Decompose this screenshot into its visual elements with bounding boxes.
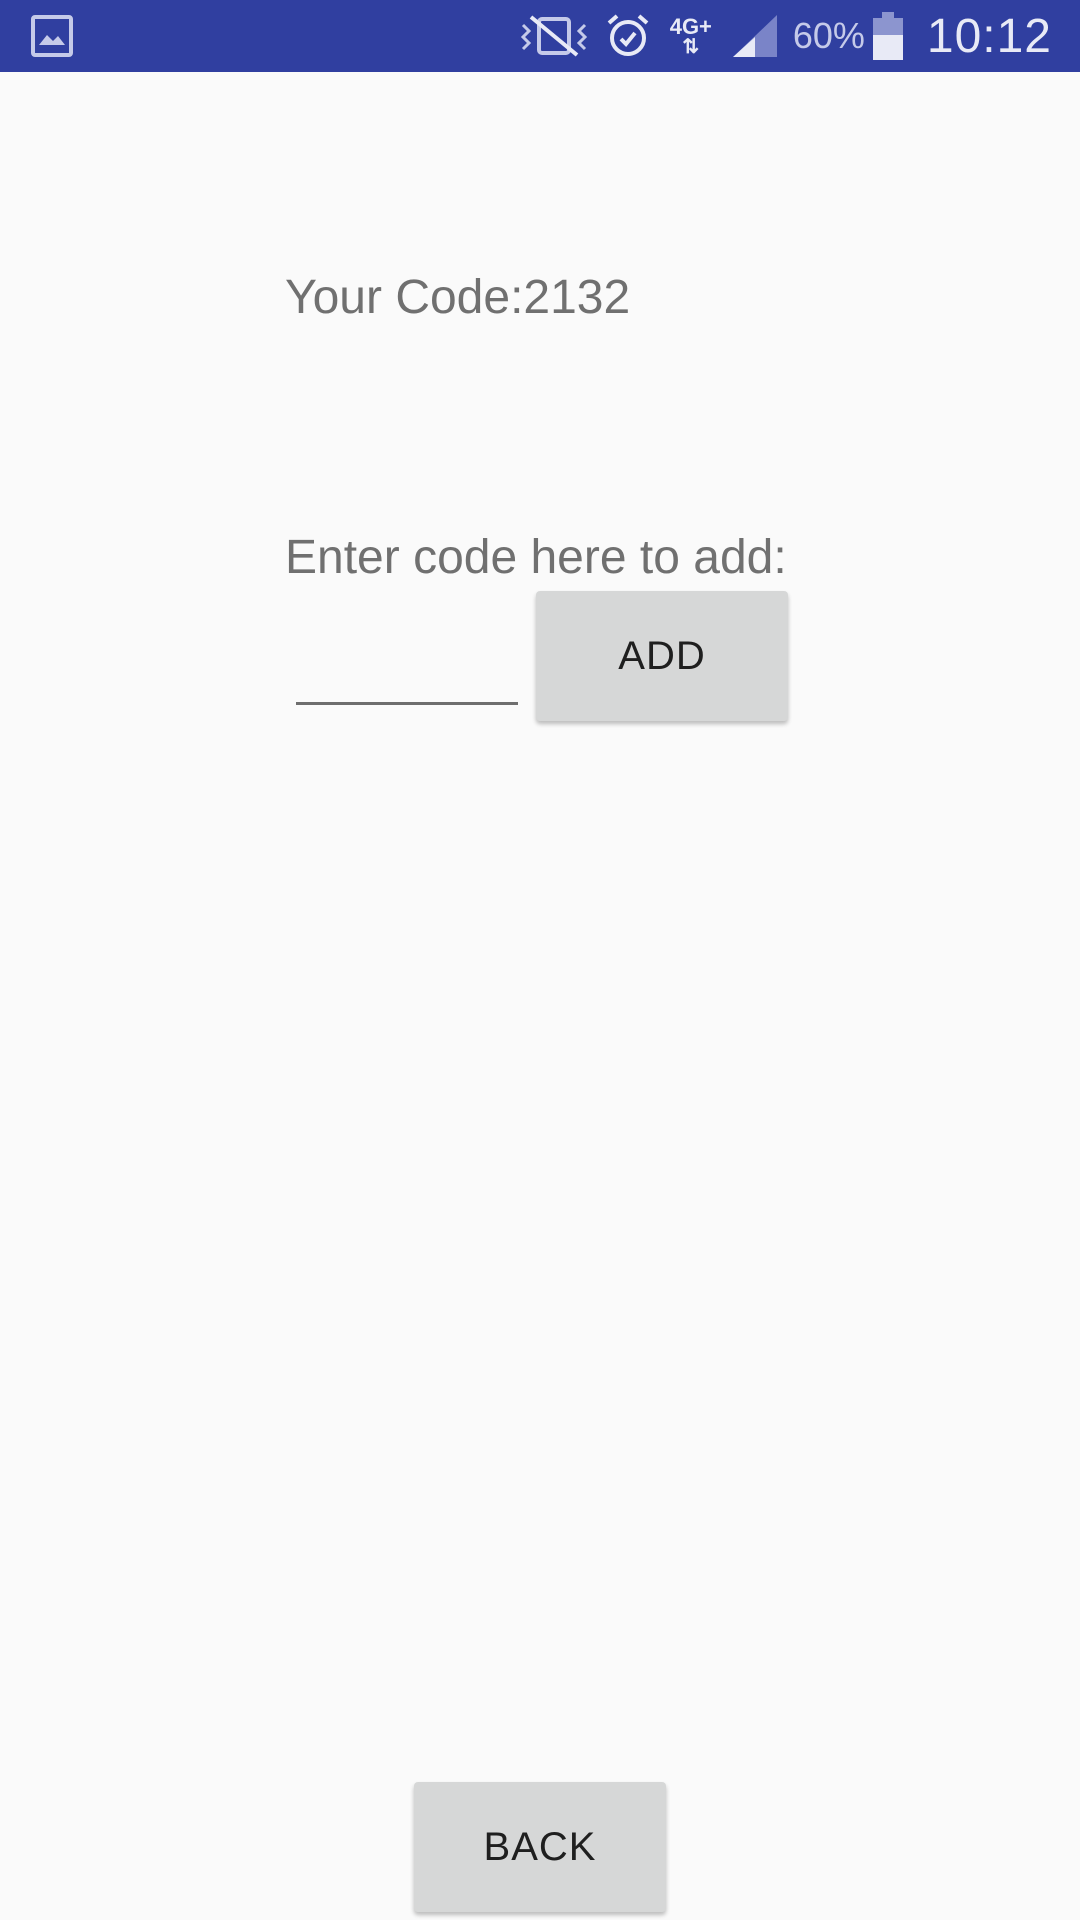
status-icons: 4G+ ⇅ 60% 10:12	[519, 0, 1052, 72]
add-button[interactable]: ADD	[536, 591, 788, 721]
battery-icon	[872, 12, 903, 60]
clock: 10:12	[926, 9, 1052, 63]
gallery-icon	[31, 15, 73, 57]
back-button[interactable]: BACK	[414, 1782, 666, 1912]
code-input[interactable]	[296, 635, 518, 705]
data-arrows-icon: ⇅	[682, 36, 700, 58]
status-bar: 4G+ ⇅ 60% 10:12	[0, 0, 1080, 72]
your-code-label: Your Code:2132	[285, 271, 631, 324]
battery-fill	[872, 35, 903, 60]
signal-icon	[732, 15, 777, 57]
vibrate-off-icon	[520, 15, 587, 57]
battery-percent: 60%	[792, 15, 865, 56]
alarm-icon	[607, 14, 649, 56]
network-indicator: 4G+ ⇅	[665, 16, 717, 58]
enter-code-prompt: Enter code here to add:	[285, 531, 787, 584]
